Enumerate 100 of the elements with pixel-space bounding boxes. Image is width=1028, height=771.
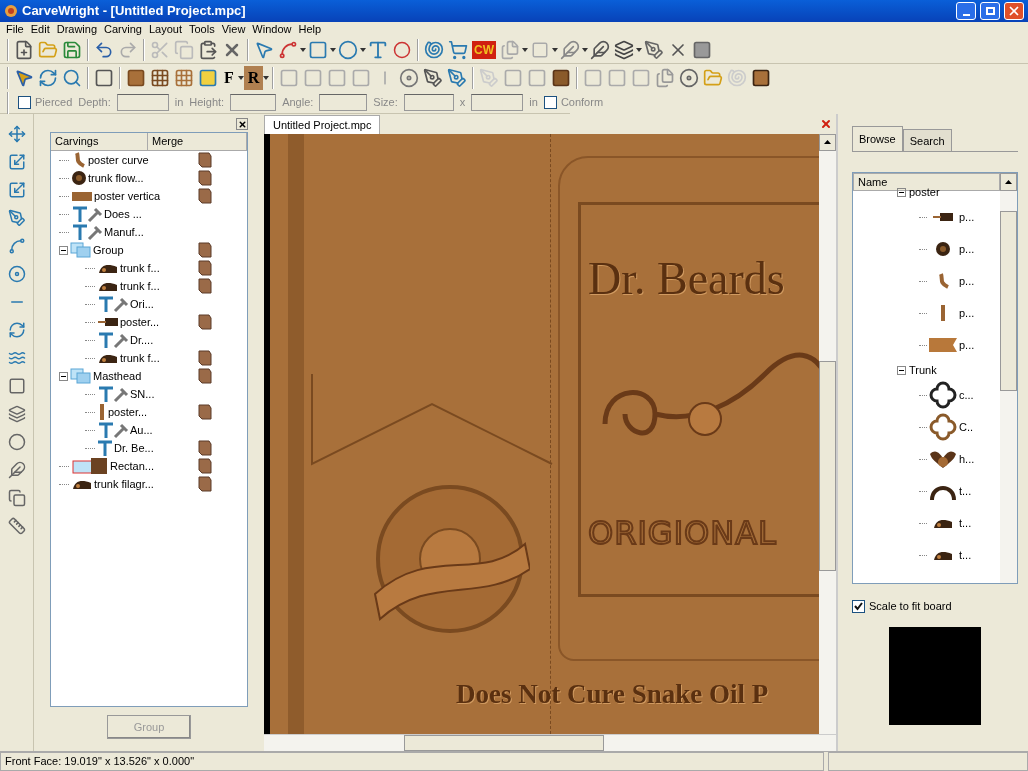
- caret-icon[interactable]: [330, 48, 336, 52]
- carving-label[interactable]: trunk f...: [120, 349, 160, 367]
- group-icon: [70, 242, 92, 258]
- field-label: x: [459, 95, 466, 111]
- scrollbar-thumb[interactable]: [404, 735, 604, 751]
- caret-icon[interactable]: [636, 48, 642, 52]
- carving-label[interactable]: Ori...: [130, 295, 154, 313]
- carving-label[interactable]: Dr. Be...: [114, 439, 154, 457]
- field-label: in: [174, 95, 184, 111]
- carving-label[interactable]: SN...: [130, 385, 155, 403]
- horizontal-scrollbar[interactable]: [264, 734, 836, 751]
- value-field[interactable]: [230, 94, 277, 111]
- app-icon: [4, 4, 18, 18]
- rectangle-shape-icon: [71, 189, 93, 203]
- carving-label[interactable]: Masthead: [93, 367, 142, 385]
- library-item-label[interactable]: c...: [959, 386, 974, 404]
- carving-label[interactable]: poster curve: [88, 151, 149, 169]
- menu-item[interactable]: View: [221, 21, 246, 38]
- menu-item[interactable]: Layout: [148, 21, 182, 38]
- library-item-label[interactable]: p...: [959, 336, 975, 354]
- library-item-label[interactable]: t...: [959, 546, 972, 564]
- expander-icon[interactable]: [897, 365, 906, 375]
- library-item-label[interactable]: h...: [959, 450, 975, 468]
- library-tab[interactable]: Browse: [852, 126, 903, 151]
- window-title: CarveWright - [Untitled Project.mpc]: [22, 2, 247, 21]
- checkbox[interactable]: [852, 599, 865, 613]
- library-item-label[interactable]: t...: [959, 514, 972, 532]
- close-button[interactable]: [236, 118, 248, 130]
- library-item-label[interactable]: p...: [959, 304, 975, 322]
- carving-label[interactable]: Au...: [130, 421, 153, 439]
- checkbox[interactable]: [543, 96, 557, 109]
- library-item-label[interactable]: p...: [959, 272, 975, 290]
- merge-icon: [198, 260, 212, 276]
- rectangle-board-icon: [71, 457, 109, 475]
- pen-icon[interactable]: [642, 38, 666, 62]
- menu-item[interactable]: Help: [298, 21, 322, 38]
- merge-icon: [198, 242, 212, 258]
- checkbox-label: Scale to fit board: [869, 599, 952, 614]
- close-icon[interactable]: [820, 118, 832, 130]
- menu-item[interactable]: Edit: [30, 21, 50, 38]
- carving-label[interactable]: Manuf...: [104, 223, 144, 241]
- carving-label[interactable]: trunk f...: [120, 259, 160, 277]
- front-view-button[interactable]: F: [220, 66, 238, 90]
- document-tab[interactable]: Untitled Project.mpc: [264, 115, 381, 134]
- carving-label[interactable]: Rectan...: [110, 457, 155, 475]
- carving-label[interactable]: trunk filagr...: [94, 475, 154, 493]
- column-header[interactable]: Carvings: [51, 133, 148, 150]
- carving-label[interactable]: poster...: [108, 403, 148, 421]
- library-item-label[interactable]: t...: [959, 482, 972, 500]
- merge-icon: [198, 170, 212, 186]
- vertical-scrollbar[interactable]: [819, 134, 836, 734]
- menu-item[interactable]: Tools: [189, 21, 215, 38]
- caret-icon[interactable]: [237, 76, 244, 80]
- scrollbar-thumb[interactable]: [819, 361, 836, 571]
- scrollbar-thumb[interactable]: [1000, 211, 1017, 391]
- scroll-up-icon[interactable]: [1000, 173, 1017, 191]
- caret-icon[interactable]: [263, 76, 270, 80]
- menu-item[interactable]: Window: [252, 21, 292, 38]
- carved-subtitle: ORIGIONAL: [588, 513, 777, 554]
- carving-label[interactable]: trunk flow...: [88, 169, 144, 187]
- value-field[interactable]: [116, 94, 169, 111]
- carving-label[interactable]: Group: [93, 241, 124, 259]
- text-icon: [97, 439, 113, 457]
- library-tab[interactable]: Search: [902, 129, 952, 151]
- library-item-label[interactable]: C..: [959, 418, 974, 436]
- carving-label[interactable]: Does ...: [104, 205, 142, 223]
- menu-item[interactable]: Carving: [104, 21, 142, 38]
- caret-icon[interactable]: [552, 48, 558, 52]
- caret-icon[interactable]: [522, 48, 528, 52]
- checkbox[interactable]: [18, 96, 31, 109]
- field-label: in: [529, 95, 538, 111]
- carving-label[interactable]: poster...: [120, 313, 160, 331]
- value-field[interactable]: [319, 94, 368, 111]
- restore-button[interactable]: [980, 2, 1000, 20]
- menu-item[interactable]: Drawing: [56, 21, 98, 38]
- text-pin-icon: [97, 295, 129, 313]
- carving-label[interactable]: trunk f...: [120, 277, 160, 295]
- folder-label[interactable]: Trunk: [909, 361, 937, 379]
- caret-icon[interactable]: [360, 48, 366, 52]
- quill-icon[interactable]: [588, 38, 612, 62]
- column-header[interactable]: Merge: [148, 133, 247, 150]
- caret-icon[interactable]: [582, 48, 588, 52]
- menu-item[interactable]: File: [6, 21, 24, 38]
- cart-icon[interactable]: [446, 38, 470, 62]
- value-field[interactable]: [403, 94, 454, 111]
- carving-label[interactable]: Dr....: [130, 331, 154, 349]
- post-shape-icon: [938, 304, 948, 322]
- scroll-up-icon[interactable]: [819, 134, 836, 151]
- library-item-label[interactable]: p...: [959, 240, 975, 258]
- caret-icon[interactable]: [300, 48, 306, 52]
- expander-icon[interactable]: [59, 245, 68, 255]
- carving-label[interactable]: poster vertica: [94, 187, 161, 205]
- expander-icon[interactable]: [59, 371, 68, 381]
- merge-icon: [198, 368, 212, 384]
- value-field[interactable]: [471, 94, 524, 111]
- rear-view-button[interactable]: R: [243, 66, 264, 90]
- expander-icon[interactable]: [897, 187, 906, 197]
- circle-icon[interactable]: [336, 38, 360, 62]
- minimize-button[interactable]: [956, 2, 976, 20]
- library-item-label[interactable]: p...: [959, 208, 975, 226]
